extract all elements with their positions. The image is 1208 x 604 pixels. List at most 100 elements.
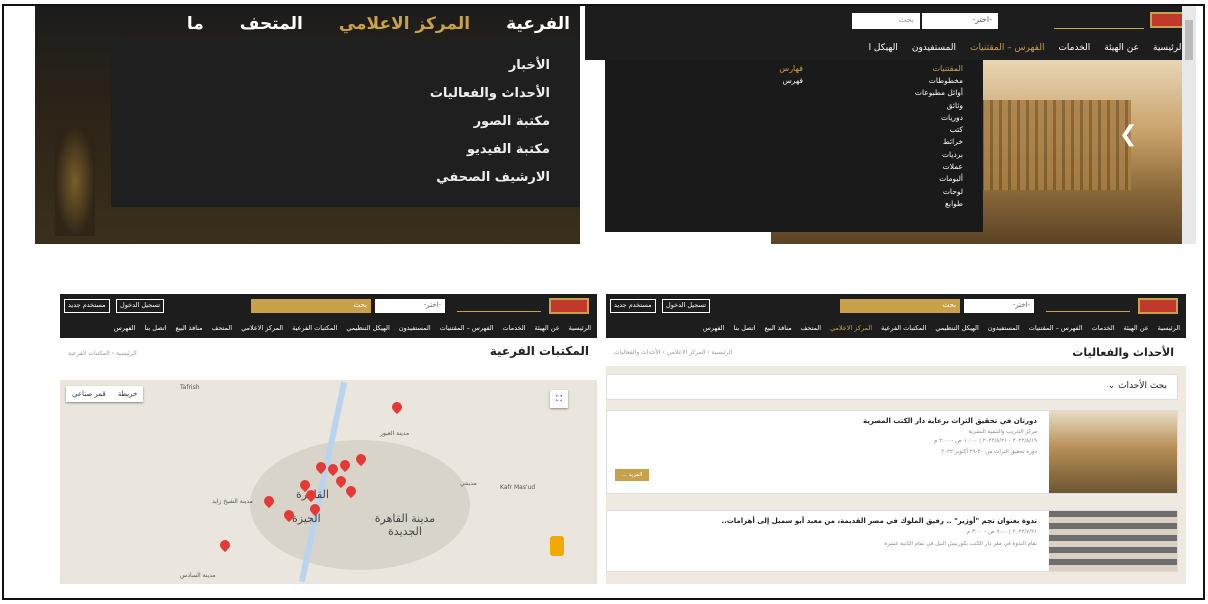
background-lamp — [55, 126, 95, 236]
megamenu-item[interactable]: أوائل مطبوعات — [915, 88, 963, 100]
megamenu-item[interactable]: خرائط — [915, 137, 963, 149]
login-button[interactable]: تسجيل الدخول — [116, 299, 165, 313]
login-button[interactable]: تسجيل الدخول — [662, 299, 711, 313]
logo-icon[interactable] — [1138, 298, 1178, 314]
branch-libraries-page: -اختر- بحث تسجيل الدخول مستخدم جديد الرئ… — [60, 294, 597, 584]
site-logo-text[interactable] — [1054, 11, 1144, 29]
nav-item[interactable]: الهيكل التنظيمي — [935, 324, 979, 332]
nav-item[interactable]: الفهرس – المقتنيات — [440, 324, 494, 332]
events-search-label: بحث الأحداث ⌄ — [1107, 381, 1167, 391]
megamenu-collections-column: المقتنيات مخطوطات أوائل مطبوعات وثائق دو… — [915, 64, 963, 211]
megamenu-item[interactable]: فهرس — [779, 76, 803, 88]
search-input[interactable]: بحث — [251, 299, 371, 313]
nav-item-about[interactable]: عن الهيئة — [1104, 43, 1139, 53]
nav-item-media-center[interactable]: المركز الاعلامي — [339, 14, 470, 34]
map-label: مدينة السادس — [180, 572, 216, 579]
nav-item-home[interactable]: الرئيسية — [1153, 43, 1184, 53]
fullscreen-icon[interactable]: ⛶ — [550, 390, 568, 408]
nav-item[interactable]: الفهرس — [114, 324, 136, 332]
search-input[interactable]: بحث — [852, 13, 920, 29]
nav-item[interactable]: المكتبات الفرعية — [881, 324, 926, 332]
map-type-toggle: خريطة قمر صناعي — [66, 386, 144, 402]
map-pin[interactable] — [217, 537, 233, 553]
megamenu-item[interactable]: وثائق — [915, 101, 963, 113]
category-select[interactable]: -اختر- — [964, 299, 1034, 313]
logo-icon[interactable] — [549, 298, 589, 314]
megamenu-heading[interactable]: فهارس — [779, 64, 803, 76]
megamenu-item[interactable]: دوريات — [915, 113, 963, 125]
megamenu-item[interactable]: ألبومات — [915, 174, 963, 186]
dropdown-item-news[interactable]: الأخبار — [111, 52, 550, 80]
nav-item[interactable]: المستفيدون — [988, 324, 1020, 332]
nav-item-services[interactable]: الخدمات — [1058, 43, 1090, 53]
register-button[interactable]: مستخدم جديد — [610, 299, 656, 313]
nav-item-catalog[interactable]: الفهرس – المقتنيات — [970, 43, 1044, 53]
nav-item[interactable]: منافذ البيع — [764, 324, 791, 332]
nav-item[interactable]: الخدمات — [503, 324, 526, 332]
logo-icon[interactable] — [1150, 12, 1184, 28]
site-logo-text[interactable] — [1046, 298, 1130, 312]
nav-item[interactable]: الفهرس — [703, 324, 725, 332]
events-search-toggle[interactable]: بحث الأحداث ⌄ — [606, 374, 1178, 400]
nav-item[interactable]: المكتبات الفرعية — [292, 324, 337, 332]
more-button[interactable]: المزيد ... — [615, 469, 649, 481]
nav-item[interactable]: عن الهيئة — [1124, 324, 1149, 332]
street-view-pegman-icon[interactable] — [550, 536, 564, 556]
event-image[interactable] — [1049, 511, 1177, 571]
site-logo-text[interactable] — [457, 298, 541, 312]
nav-item-beneficiaries[interactable]: المستفيدون — [912, 43, 956, 53]
nav-item[interactable]: الفهرس – المقتنيات — [1029, 324, 1083, 332]
main-nav: الرئيسية عن الهيئة الخدمات الفهرس – المق… — [60, 318, 597, 338]
megamenu-item[interactable]: عملات — [915, 162, 963, 174]
nav-item[interactable]: المركز الاعلامي — [830, 324, 872, 332]
nav-item[interactable]: الخدمات — [1092, 324, 1115, 332]
megamenu-item[interactable]: كتب — [915, 125, 963, 137]
breadcrumb[interactable]: الرئيسية › المركز الاعلامي › الأحداث وال… — [614, 349, 732, 356]
nav-item-branches[interactable]: الفرعية — [506, 14, 570, 34]
nav-item[interactable]: اتصل بنا — [144, 324, 166, 332]
map-pin[interactable] — [389, 399, 405, 415]
map-label: مدينة العبور — [380, 430, 410, 437]
event-title[interactable]: ندوة بعنوان نجم "أوزير" .. رفيق الملوك ف… — [721, 517, 1037, 525]
nav-item[interactable]: المستفيدون — [399, 324, 431, 332]
event-title[interactable]: دورتان في تحقيق التراث برعاية دار الكتب … — [863, 417, 1037, 425]
search-input[interactable]: بحث — [840, 299, 960, 313]
megamenu-heading[interactable]: المقتنيات — [915, 64, 963, 76]
nav-item[interactable]: المركز الاعلامي — [241, 324, 283, 332]
nav-item[interactable]: المتحف — [801, 324, 821, 332]
category-select[interactable]: -اختر- — [375, 299, 445, 313]
event-place: مركز التدريب والتنمية البشرية — [968, 429, 1037, 435]
nav-item[interactable]: الهيكل التنظيمي — [346, 324, 390, 332]
dropdown-item-events[interactable]: الأحداث والفعاليات — [111, 80, 550, 108]
register-button[interactable]: مستخدم جديد — [64, 299, 110, 313]
nav-item[interactable]: اتصل بنا — [733, 324, 755, 332]
dropdown-item-video-library[interactable]: مكتبة الفيديو — [111, 136, 550, 164]
map-label: مدينة القاهرة الجديدة — [374, 512, 436, 538]
event-image[interactable] — [1049, 411, 1177, 493]
top-bar: -اختر- بحث تسجيل الدخول مستخدم جديد — [60, 294, 597, 318]
map-type-satellite[interactable]: قمر صناعي — [66, 386, 112, 402]
nav-item[interactable]: منافذ البيع — [175, 324, 202, 332]
map-label: Kafr Mas'ud — [500, 484, 536, 491]
nav-item[interactable]: عن الهيئة — [535, 324, 560, 332]
branches-map[interactable]: خريطة قمر صناعي ⛶ مدينة العبور القاهرة ا… — [60, 380, 597, 584]
map-type-map[interactable]: خريطة — [112, 386, 144, 402]
megamenu-item[interactable]: طوابع — [915, 199, 963, 211]
nav-item[interactable]: المتحف — [212, 324, 232, 332]
dropdown-item-press-archive[interactable]: الارشيف الصحفي — [111, 164, 550, 192]
breadcrumb[interactable]: الرئيسية › المكتبات الفرعية — [68, 350, 137, 357]
category-select[interactable]: -اختر- — [922, 13, 998, 29]
megamenu-item[interactable]: لوحات — [915, 187, 963, 199]
carousel-next-icon[interactable]: ❯ — [1119, 122, 1137, 147]
map-label: مدينة الشيخ زايد — [212, 498, 253, 505]
megamenu-item[interactable]: مخطوطات — [915, 76, 963, 88]
megamenu-item[interactable]: برديات — [915, 150, 963, 162]
nav-item[interactable]: الرئيسية — [1158, 324, 1180, 332]
nav-item-partial[interactable]: ما — [187, 14, 204, 34]
dropdown-item-photo-library[interactable]: مكتبة الصور — [111, 108, 550, 136]
nav-item[interactable]: الرئيسية — [569, 324, 591, 332]
nav-item-museum[interactable]: المتحف — [240, 14, 303, 34]
scrollbar[interactable] — [1182, 6, 1196, 244]
map-label: Tafrish — [180, 384, 200, 391]
nav-item-structure[interactable]: الهيكل ا — [869, 43, 898, 53]
